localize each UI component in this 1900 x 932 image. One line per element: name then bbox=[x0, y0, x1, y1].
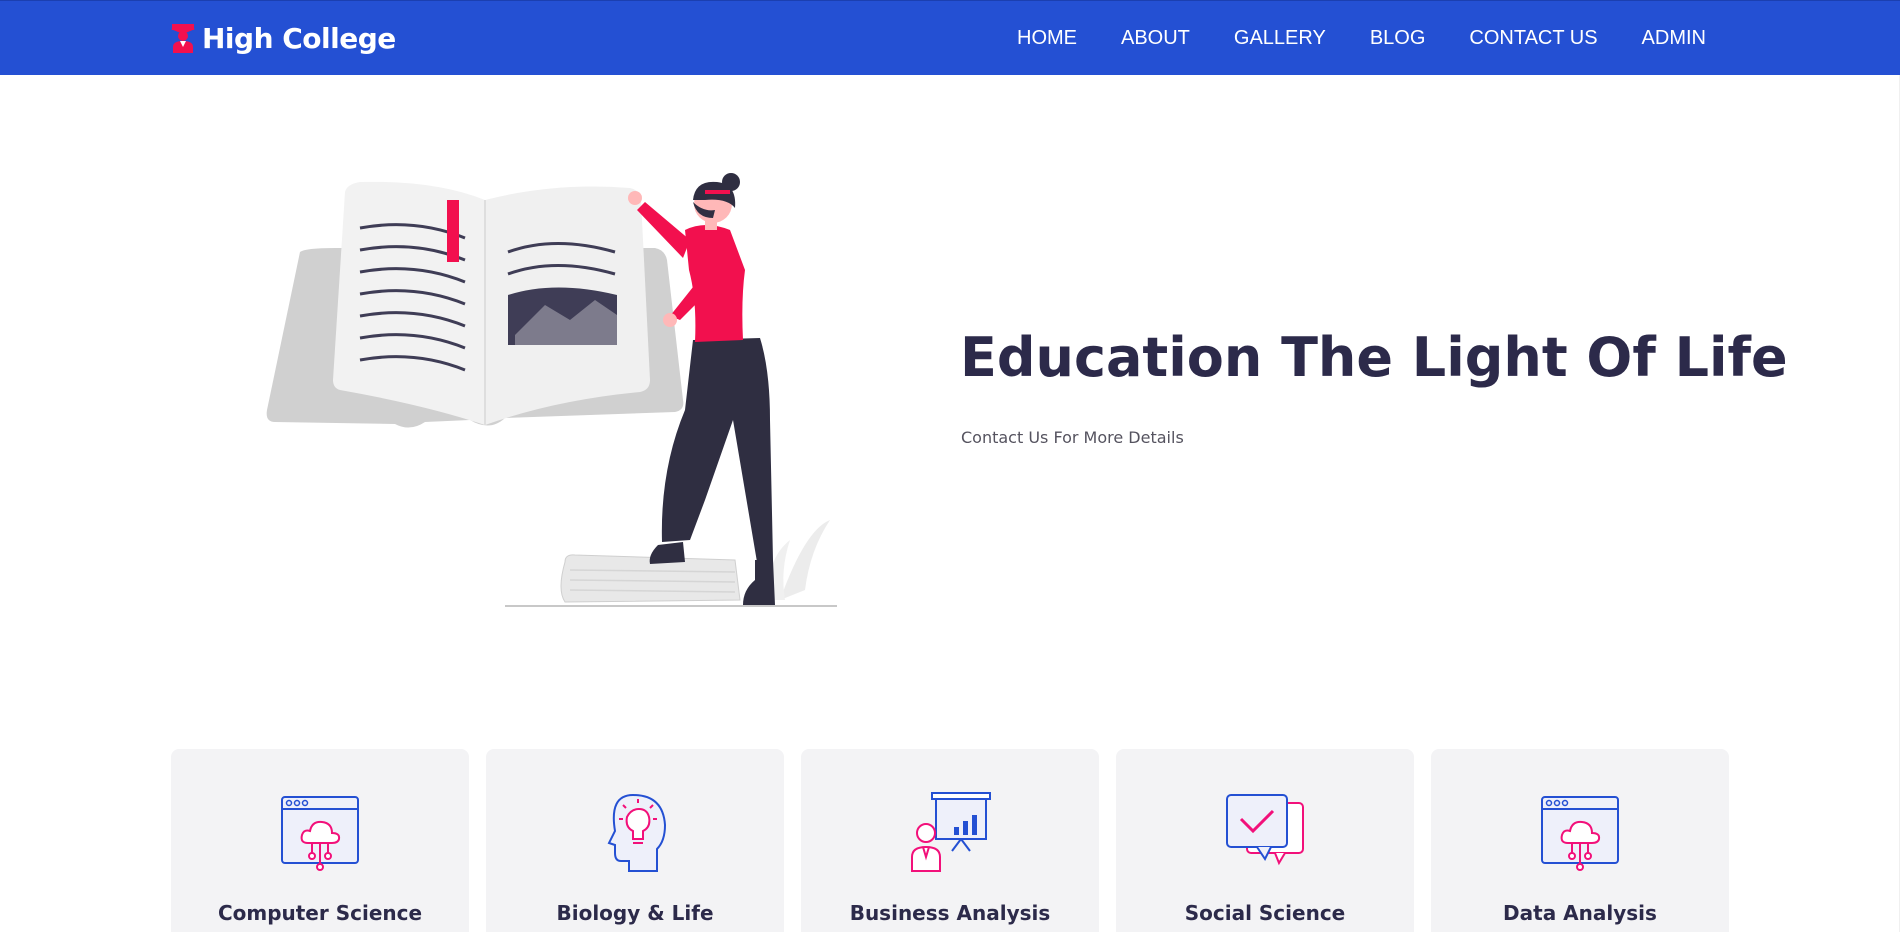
brand-name: High College bbox=[202, 21, 396, 55]
head-lightbulb-icon bbox=[607, 793, 667, 872]
nav-blog[interactable]: BLOG bbox=[1370, 27, 1426, 50]
cloud-computing-icon bbox=[1541, 796, 1619, 871]
nav-gallery[interactable]: GALLERY bbox=[1234, 27, 1326, 50]
nav-admin[interactable]: ADMIN bbox=[1642, 27, 1706, 50]
hero-title: Education The Light Of Life bbox=[960, 326, 1788, 389]
nav-about[interactable]: ABOUT bbox=[1121, 27, 1190, 50]
course-title: Computer Science bbox=[217, 901, 423, 925]
course-title: Business Analysis bbox=[849, 901, 1051, 925]
graduate-icon bbox=[171, 24, 195, 53]
hero-subtitle: Contact Us For More Details bbox=[961, 428, 1184, 447]
page: High College HOME ABOUT GALLERY BLOG CON… bbox=[0, 0, 1900, 932]
course-title: Data Analysis bbox=[1503, 901, 1657, 925]
chat-bubbles-icon bbox=[1226, 794, 1304, 866]
nav-home[interactable]: HOME bbox=[1017, 27, 1077, 50]
cloud-computing-icon bbox=[281, 796, 359, 871]
course-cards: Computer Science Biology & Life Business… bbox=[171, 749, 1729, 932]
course-card-computer-science[interactable]: Computer Science bbox=[171, 749, 469, 932]
navbar: High College HOME ABOUT GALLERY BLOG CON… bbox=[0, 0, 1900, 75]
course-title: Biology & Life bbox=[556, 901, 714, 925]
brand-link[interactable]: High College bbox=[170, 19, 396, 57]
course-card-business[interactable]: Business Analysis bbox=[801, 749, 1099, 932]
hero-illustration bbox=[266, 173, 837, 607]
course-title: Social Science bbox=[1184, 901, 1346, 925]
nav-contact[interactable]: CONTACT US bbox=[1469, 27, 1597, 50]
main-nav: HOME ABOUT GALLERY BLOG CONTACT US ADMIN bbox=[1017, 1, 1706, 76]
presentation-icon bbox=[911, 792, 991, 872]
course-card-biology[interactable]: Biology & Life bbox=[486, 749, 784, 932]
course-card-data-analysis[interactable]: Data Analysis bbox=[1431, 749, 1729, 932]
course-card-social[interactable]: Social Science bbox=[1116, 749, 1414, 932]
